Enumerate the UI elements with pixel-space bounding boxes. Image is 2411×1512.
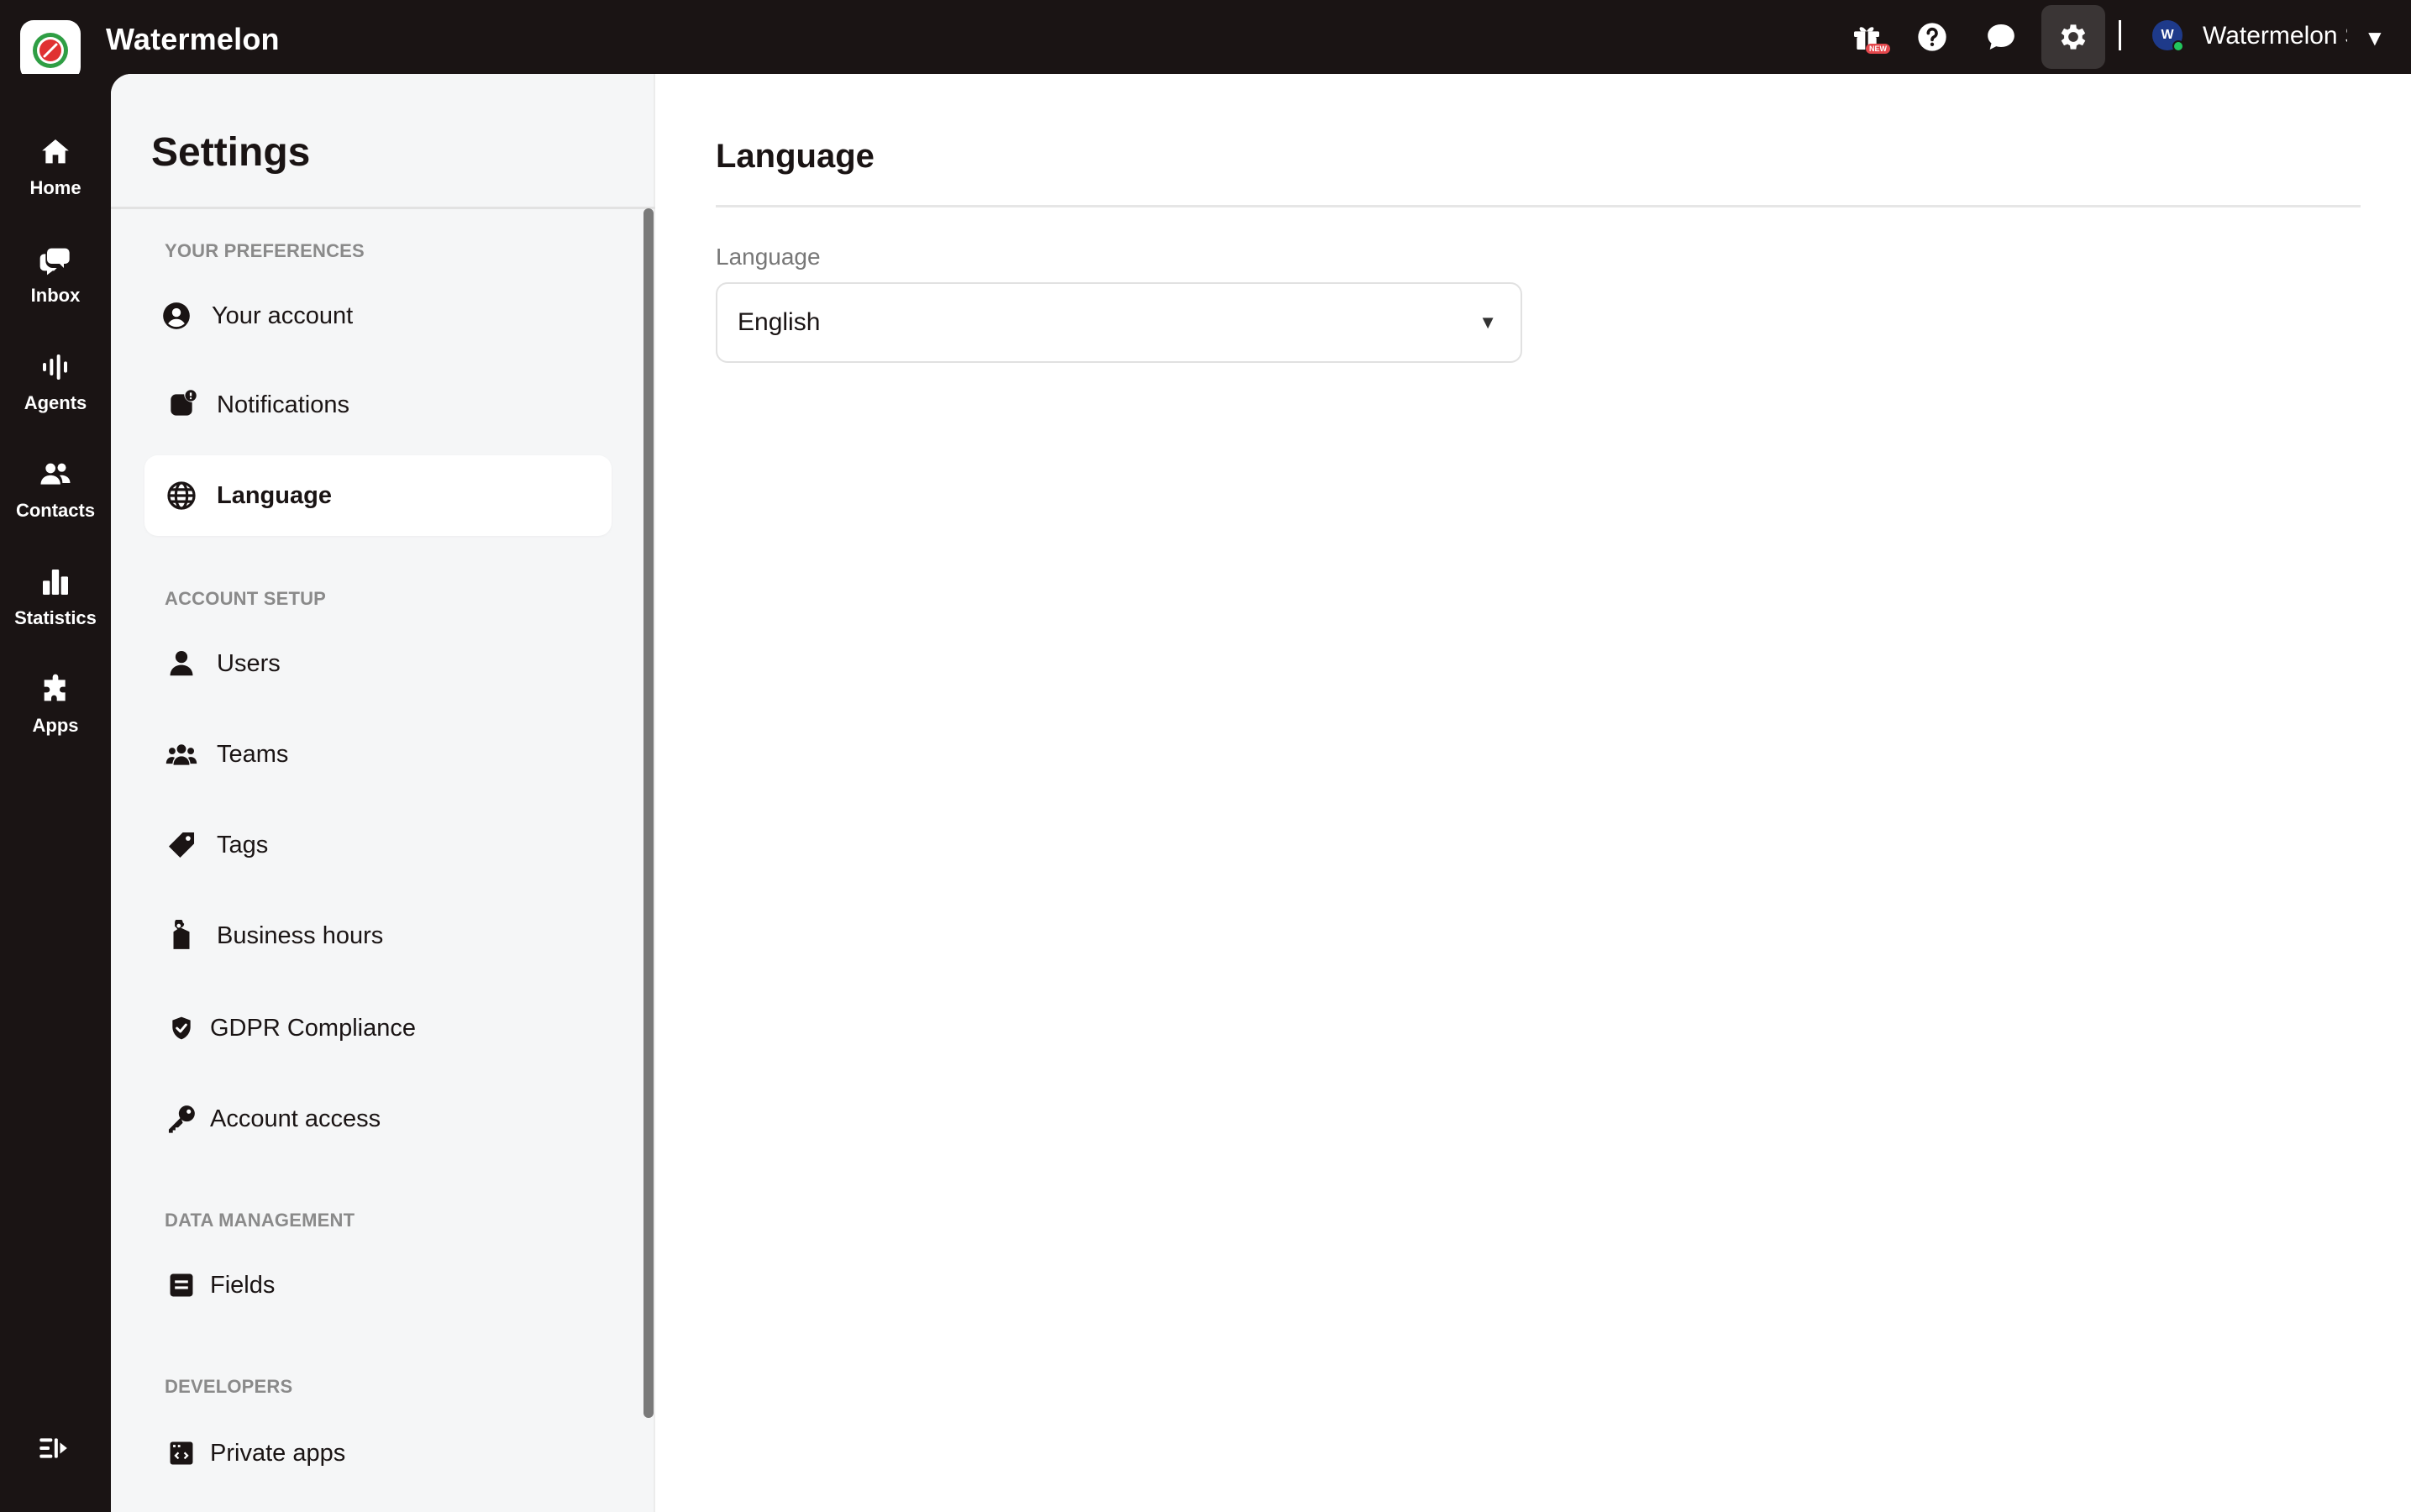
settings-item-label: Teams bbox=[217, 740, 289, 768]
page-title: Language bbox=[716, 138, 875, 175]
chat-button[interactable] bbox=[1978, 13, 2025, 60]
settings-title: Settings bbox=[151, 130, 311, 175]
shield-check-icon bbox=[163, 1010, 200, 1047]
rail-label-agents: Agents bbox=[24, 392, 87, 413]
avatar-initial: W bbox=[2161, 28, 2174, 42]
chat-icon bbox=[1988, 24, 2014, 50]
teams-icon bbox=[163, 736, 200, 773]
settings-item-label: Private apps bbox=[210, 1439, 346, 1467]
settings-item-label: Business hours bbox=[217, 921, 384, 949]
apps-icon bbox=[44, 674, 66, 701]
language-select[interactable]: English ▼ bbox=[716, 282, 1522, 363]
language-select-value: English bbox=[738, 308, 821, 336]
notification-bell-icon bbox=[163, 386, 200, 423]
settings-item-users[interactable]: Users bbox=[144, 623, 612, 704]
agents-icon bbox=[43, 354, 67, 380]
section-account-setup: ACCOUNT SETUP bbox=[165, 588, 327, 609]
settings-item-account-access[interactable]: Account access bbox=[144, 1079, 612, 1159]
rail-label-contacts: Contacts bbox=[15, 500, 96, 521]
code-window-icon bbox=[163, 1435, 200, 1472]
account-name[interactable]: Watermelon S bbox=[2203, 22, 2347, 50]
rail-label-home: Home bbox=[29, 177, 81, 198]
settings-item-label: Language bbox=[217, 481, 332, 509]
account-circle-icon bbox=[158, 297, 195, 334]
brand-name: Watermelon bbox=[106, 22, 280, 56]
settings-item-teams[interactable]: Teams bbox=[144, 714, 612, 795]
settings-item-label: Notifications bbox=[217, 391, 349, 418]
rail-item-statistics[interactable]: Statistics bbox=[0, 551, 111, 643]
settings-item-label: Users bbox=[217, 649, 281, 677]
help-icon bbox=[1918, 23, 1946, 51]
settings-item-your-account[interactable]: Your account bbox=[144, 276, 612, 356]
help-button[interactable] bbox=[1909, 13, 1956, 60]
rail-item-apps[interactable]: Apps bbox=[0, 659, 111, 751]
fields-icon bbox=[163, 1267, 200, 1304]
topbar-divider bbox=[2119, 20, 2121, 50]
door-hanger-icon bbox=[163, 917, 200, 954]
section-data-management: DATA MANAGEMENT bbox=[165, 1210, 355, 1231]
settings-button[interactable] bbox=[2041, 5, 2105, 69]
settings-item-label: GDPR Compliance bbox=[210, 1014, 416, 1042]
top-bar: Watermelon NEW W Watermelon S ▼ bbox=[0, 0, 2411, 81]
settings-item-notifications[interactable]: Notifications bbox=[144, 365, 612, 445]
page-title-divider bbox=[716, 205, 2361, 207]
account-menu-caret-icon[interactable]: ▼ bbox=[2364, 25, 2386, 51]
key-icon bbox=[163, 1100, 200, 1137]
settings-item-gdpr-compliance[interactable]: GDPR Compliance bbox=[144, 988, 612, 1068]
online-status-dot bbox=[2172, 40, 2184, 52]
collapse-sidebar-icon bbox=[39, 1438, 67, 1458]
tag-icon bbox=[163, 827, 200, 864]
new-badge: NEW bbox=[1866, 44, 1890, 54]
settings-item-tags[interactable]: Tags bbox=[144, 805, 612, 885]
settings-item-label: Fields bbox=[210, 1271, 276, 1299]
logo-icon bbox=[33, 33, 68, 68]
settings-item-business-hours[interactable]: Business hours bbox=[144, 895, 612, 976]
globe-icon bbox=[163, 477, 200, 514]
contacts-icon bbox=[40, 463, 71, 485]
watermelon-logo[interactable] bbox=[20, 20, 81, 81]
rail-item-home[interactable]: Home bbox=[0, 121, 111, 213]
settings-item-label: Tags bbox=[217, 831, 269, 858]
settings-item-language[interactable]: Language bbox=[144, 455, 612, 536]
inbox-icon bbox=[39, 248, 70, 276]
rail-label-statistics: Statistics bbox=[14, 607, 97, 628]
settings-panel: Settings YOUR PREFERENCES Your account N… bbox=[111, 74, 2411, 1512]
settings-item-label: Account access bbox=[210, 1105, 381, 1132]
user-icon bbox=[163, 645, 200, 682]
settings-title-divider bbox=[111, 207, 655, 209]
gift-button[interactable]: NEW bbox=[1843, 13, 1890, 60]
settings-item-private-apps[interactable]: Private apps bbox=[144, 1413, 612, 1494]
rail-item-agents[interactable]: Agents bbox=[0, 336, 111, 428]
rail-item-contacts[interactable]: Contacts bbox=[0, 444, 111, 536]
settings-sidebar: Settings YOUR PREFERENCES Your account N… bbox=[111, 74, 655, 1512]
home-icon bbox=[42, 139, 69, 164]
rail-item-inbox[interactable]: Inbox bbox=[0, 228, 111, 321]
rail-label-apps: Apps bbox=[32, 715, 79, 736]
settings-item-fields[interactable]: Fields bbox=[144, 1245, 612, 1326]
collapse-sidebar-button[interactable] bbox=[37, 1431, 74, 1468]
left-rail: Home Inbox Agents Contacts Statistics Ap… bbox=[0, 74, 111, 1512]
avatar[interactable]: W bbox=[2152, 20, 2184, 52]
language-field-label: Language bbox=[716, 244, 821, 270]
rail-label-inbox: Inbox bbox=[30, 285, 81, 306]
section-your-preferences: YOUR PREFERENCES bbox=[165, 240, 365, 261]
chevron-down-icon: ▼ bbox=[1479, 312, 1497, 333]
statistics-icon bbox=[43, 570, 68, 595]
settings-icon bbox=[2061, 24, 2086, 50]
sidebar-scrollbar[interactable] bbox=[643, 208, 654, 1418]
settings-item-label: Your account bbox=[212, 302, 354, 329]
section-developers: DEVELOPERS bbox=[165, 1376, 293, 1397]
